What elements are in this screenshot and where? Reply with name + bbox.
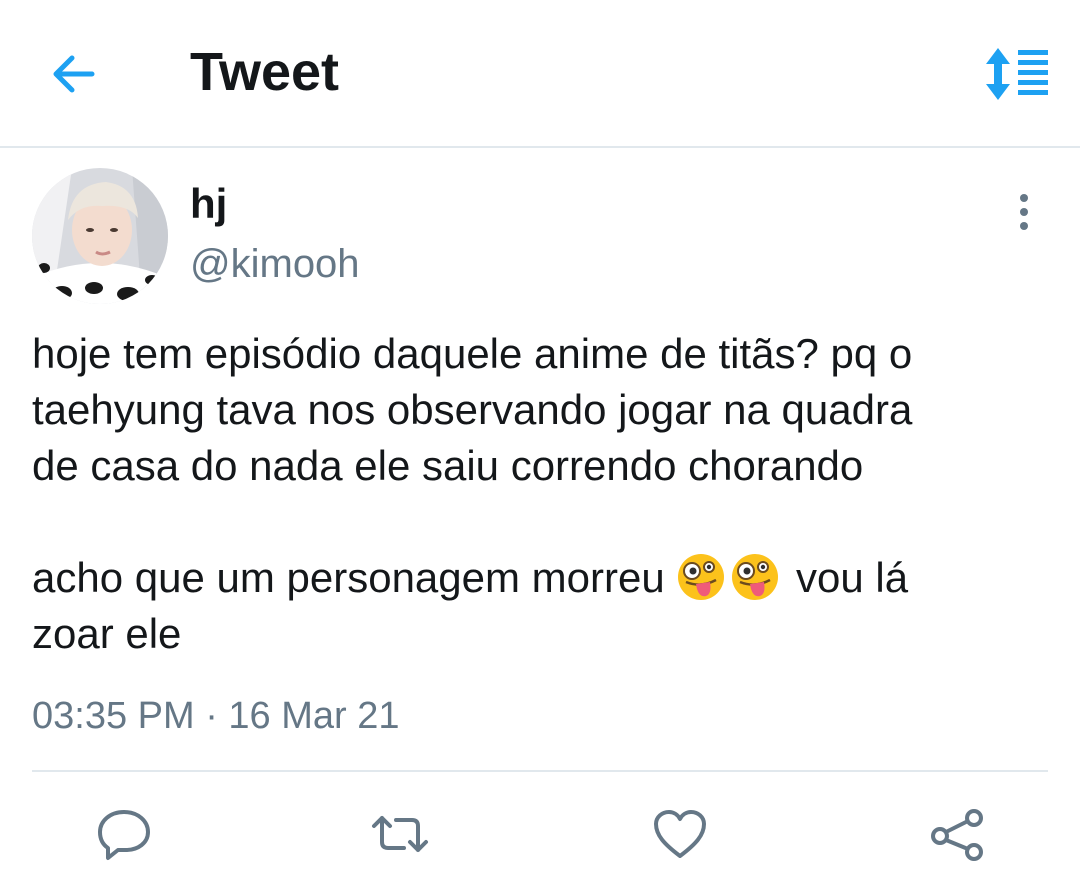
tweet-text-segment: vou lá (796, 554, 909, 601)
tweet-body: hoje tem episódio daquele anime de titãs… (32, 326, 1052, 662)
tweet-text-line: de casa do nada ele saiu correndo choran… (32, 442, 864, 489)
reply-button[interactable] (94, 804, 154, 864)
retweet-icon (372, 816, 428, 852)
divider (32, 770, 1048, 772)
more-vertical-icon (1020, 194, 1028, 230)
like-button[interactable] (650, 804, 710, 864)
zany-face-icon (732, 554, 779, 600)
tweet-text-segment: acho que um personagem morreu (32, 554, 665, 601)
heart-icon (654, 810, 706, 858)
avatar-photo (32, 168, 168, 304)
arrow-left-icon (53, 55, 95, 93)
zany-face-icon (678, 554, 725, 600)
tweet-text-line: taehyung tava nos observando jogar na qu… (32, 386, 913, 433)
author-display-name[interactable]: hj (190, 180, 227, 228)
tweet-text-line: acho que um personagem morreu vou lá (32, 550, 1052, 606)
share-icon (931, 809, 983, 861)
reply-icon (98, 810, 150, 860)
tweet-text-line: zoar ele (32, 610, 182, 657)
sort-list-icon (986, 48, 1048, 100)
tweet-text-line: hoje tem episódio daquele anime de titãs… (32, 330, 913, 377)
avatar[interactable] (32, 168, 168, 304)
share-button[interactable] (928, 804, 988, 864)
author-handle[interactable]: @kimooh (190, 240, 360, 288)
more-options-button[interactable] (1004, 190, 1044, 236)
back-button[interactable] (46, 50, 98, 98)
sort-button[interactable] (982, 44, 1052, 104)
page-title: Tweet (190, 42, 340, 102)
retweet-button[interactable] (370, 804, 430, 864)
tweet-timestamp: 03:35 PM · 16 Mar 21 (32, 695, 400, 737)
top-app-bar: Tweet (0, 0, 1080, 148)
